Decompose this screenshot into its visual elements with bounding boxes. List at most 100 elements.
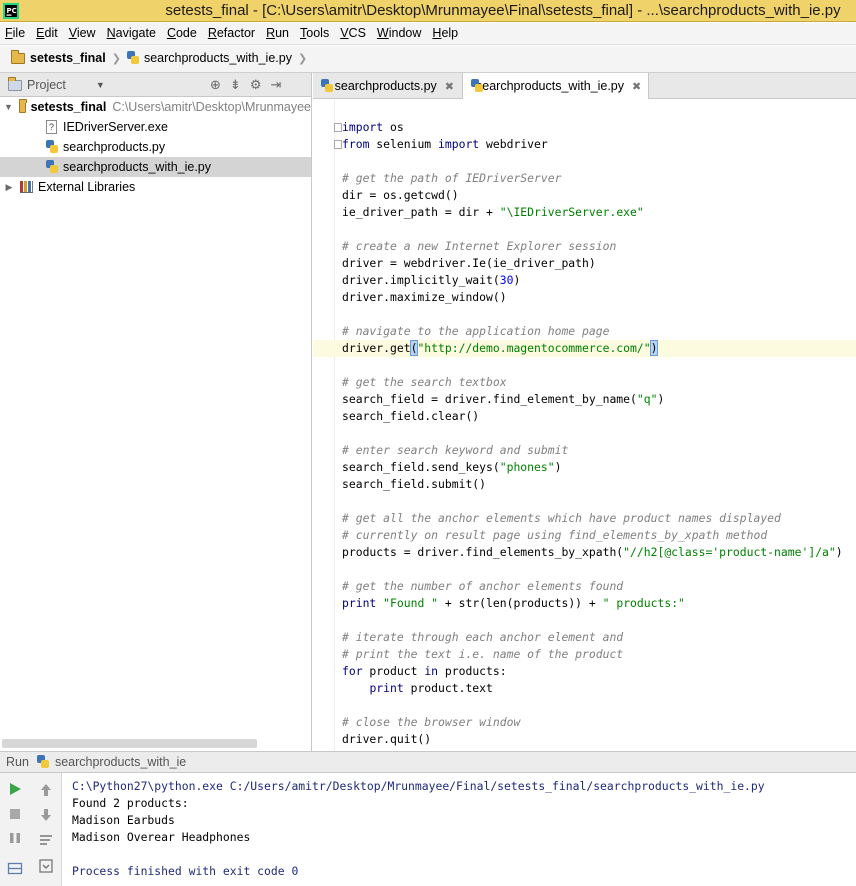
tab-label: searchproducts_with_ie.py — [476, 79, 624, 93]
window-title: setests_final - [C:\Users\amitr\Desktop\… — [165, 2, 841, 19]
code-line[interactable]: ie_driver_path = dir + "\IEDriverServer.… — [342, 204, 644, 221]
code-editor[interactable]: import os from selenium import webdriver #… — [313, 100, 856, 751]
code-line[interactable]: search_field.submit() — [342, 476, 486, 493]
code-line[interactable]: # create a new Internet Explorer session — [342, 238, 616, 255]
code-line[interactable]: # iterate through each anchor element an… — [342, 629, 623, 646]
menu-help[interactable]: Help — [426, 23, 463, 45]
menu-refactor[interactable]: Refactor — [202, 23, 260, 45]
code-line[interactable]: from selenium import webdriver — [342, 136, 548, 153]
dropdown-arrow-icon: ▼ — [95, 80, 105, 90]
run-tool-window-header: Run searchproducts_with_ie — [0, 751, 856, 773]
expand-arrow-icon[interactable]: ▶ — [4, 182, 14, 193]
tree-item[interactable]: ▼ setests_final C:\Users\amitr\Desktop\Mru… — [0, 97, 311, 117]
code-line[interactable]: # get the path of IEDriverServer — [342, 170, 561, 187]
python-file-icon — [46, 140, 58, 154]
code-line[interactable]: driver.quit() — [342, 731, 431, 748]
menu-edit[interactable]: Edit — [30, 23, 63, 45]
gear-icon[interactable]: ⚙ — [250, 77, 262, 93]
menu-run[interactable]: Run — [260, 23, 294, 45]
code-line[interactable]: # get the search textbox — [342, 374, 507, 391]
menu-tools[interactable]: Tools — [294, 23, 334, 45]
code-line[interactable]: search_field.send_keys("phones") — [342, 459, 561, 476]
code-line[interactable]: # navigate to the application home page — [342, 323, 609, 340]
code-line[interactable]: print "Found " + str(len(products)) + " … — [342, 595, 685, 612]
menu-window[interactable]: Window — [371, 23, 426, 45]
project-view-selector[interactable]: Project ▼ — [8, 76, 105, 92]
scroll-to-end-icon[interactable] — [38, 858, 54, 874]
chevron-right-icon: ❯ — [297, 52, 308, 65]
console-line: Madison Overear Headphones — [72, 830, 251, 844]
hide-panel-icon[interactable]: ⇥ — [270, 77, 281, 93]
menu-vcs[interactable]: VCS — [334, 23, 371, 45]
code-line[interactable]: search_field.clear() — [342, 408, 479, 425]
tab-searchproducts[interactable]: searchproducts.py ✖ — [313, 73, 463, 99]
collapse-all-icon[interactable]: ⇟ — [230, 77, 241, 93]
folder-icon — [18, 98, 27, 113]
code-line[interactable]: driver.get("http://demo.magentocommerce.… — [342, 340, 659, 357]
menu-code[interactable]: Code — [161, 23, 202, 45]
run-config-name[interactable]: searchproducts_with_ie — [55, 755, 186, 769]
horizontal-scrollbar[interactable] — [2, 739, 257, 748]
tree-item[interactable]: searchproducts_with_ie.py — [0, 157, 311, 177]
fold-marker-icon[interactable] — [334, 140, 342, 149]
code-line[interactable]: search_field = driver.find_element_by_na… — [342, 391, 664, 408]
run-label: Run — [6, 755, 29, 769]
run-console[interactable]: C:\Python27\python.exe C:/Users/amitr/De… — [0, 773, 856, 886]
tab-label: searchproducts.py — [334, 79, 437, 93]
title-bar: PC setests_final - [C:\Users\amitr\Deskt… — [0, 0, 856, 22]
console-line: Process finished with exit code 0 — [72, 864, 299, 878]
tab-searchproducts-with-ie[interactable]: searchproducts_with_ie.py ✖ — [463, 73, 649, 99]
rerun-icon[interactable] — [7, 781, 23, 797]
code-line[interactable]: driver = webdriver.Ie(ie_driver_path) — [342, 255, 596, 272]
arrow-down-icon[interactable] — [38, 807, 54, 823]
pause-icon[interactable] — [7, 830, 23, 846]
code-line[interactable]: print product.text — [342, 680, 492, 697]
fold-marker-icon[interactable] — [334, 123, 342, 132]
project-panel-header: Project ▼ ⊕ ⇟ ⚙ ⇥ — [0, 73, 311, 97]
code-line[interactable]: # enter search keyword and submit — [342, 442, 568, 459]
arrow-up-icon[interactable] — [38, 782, 54, 798]
tree-item[interactable]: ▶ External Libraries — [0, 177, 311, 197]
close-icon[interactable]: ✖ — [445, 80, 454, 93]
code-line[interactable]: # get all the anchor elements which have… — [342, 510, 781, 527]
tree-item-path: C:\Users\amitr\Desktop\Mrunmayee — [112, 100, 311, 114]
code-line[interactable]: driver.implicitly_wait(30) — [342, 272, 520, 289]
tree-item[interactable]: searchproducts.py — [0, 137, 311, 157]
code-line[interactable]: for product in products: — [342, 663, 507, 680]
locate-file-icon[interactable]: ⊕ — [210, 77, 221, 93]
editor-gutter[interactable] — [313, 100, 335, 751]
menu-file[interactable]: File — [0, 23, 30, 45]
code-line[interactable]: # currently on result page using find_el… — [342, 527, 767, 544]
menu-navigate[interactable]: Navigate — [101, 23, 161, 45]
unknown-file-icon: ? — [46, 120, 57, 134]
layout-icon[interactable] — [7, 861, 23, 877]
code-line[interactable]: driver.maximize_window() — [342, 289, 507, 306]
run-console-toolbar — [0, 773, 62, 886]
code-line[interactable]: products = driver.find_elements_by_xpath… — [342, 544, 843, 561]
breadcrumb-file[interactable]: searchproducts_with_ie.py — [144, 51, 292, 65]
close-icon[interactable]: ✖ — [632, 80, 641, 93]
editor-tab-bar: searchproducts.py ✖ searchproducts_with_… — [313, 73, 856, 99]
console-line: Found 2 products: — [72, 796, 189, 810]
menu-bar: File Edit View Navigate Code Refactor Run Tools… — [0, 23, 856, 45]
tree-item[interactable]: ? IEDriverServer.exe — [0, 117, 311, 137]
code-line[interactable]: import os — [342, 119, 404, 136]
project-view-label: Project — [27, 78, 66, 92]
code-line[interactable]: # close the browser window — [342, 714, 520, 731]
menu-view[interactable]: View — [63, 23, 101, 45]
project-tool-window: Project ▼ ⊕ ⇟ ⚙ ⇥ ▼ setests_final C:\Users… — [0, 73, 312, 751]
stop-icon[interactable] — [7, 806, 23, 822]
python-file-icon — [46, 160, 58, 174]
code-line[interactable]: # get the number of anchor elements foun… — [342, 578, 623, 595]
python-file-icon — [321, 79, 333, 93]
python-run-config-icon — [36, 755, 49, 769]
expand-arrow-icon[interactable]: ▼ — [4, 102, 13, 112]
breadcrumb-project[interactable]: setests_final — [30, 51, 106, 65]
console-line: C:\Python27\python.exe C:/Users/amitr/De… — [72, 779, 765, 793]
soft-wrap-icon[interactable] — [38, 832, 54, 848]
code-line[interactable]: # print the text i.e. name of the produc… — [342, 646, 623, 663]
tree-item-label: External Libraries — [38, 180, 136, 194]
python-file-icon — [126, 51, 139, 65]
code-line[interactable]: dir = os.getcwd() — [342, 187, 459, 204]
tree-item-label: setests_final — [30, 100, 107, 114]
